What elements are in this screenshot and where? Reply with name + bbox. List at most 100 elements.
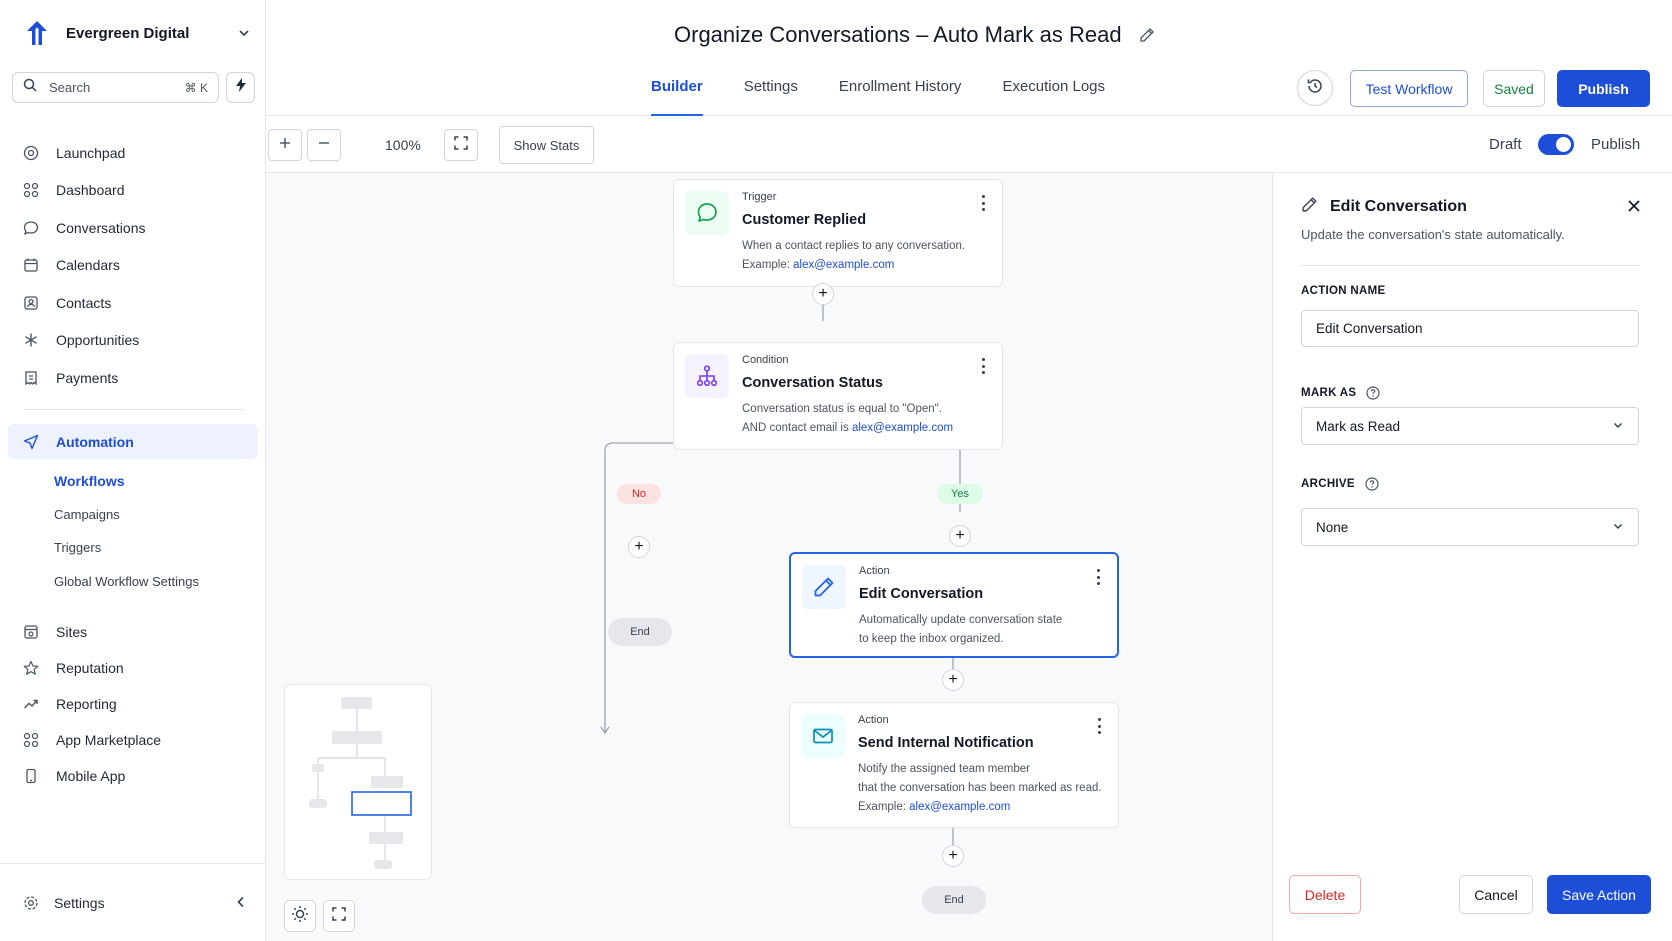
sidebar-item-launchpad[interactable]: Launchpad	[8, 134, 258, 172]
publish-toggle-label: Publish	[1591, 136, 1641, 153]
subnav-item-campaigns[interactable]: Campaigns	[54, 498, 254, 532]
expand-icon	[454, 135, 468, 155]
minimap[interactable]	[284, 684, 432, 880]
sidebar-item-settings[interactable]: Settings	[22, 892, 246, 914]
email-link[interactable]: alex@example.com	[793, 259, 894, 271]
add-step-button[interactable]: +	[942, 845, 964, 867]
sidebar-item-opportunities[interactable]: Opportunities	[8, 322, 258, 360]
sidebar-item-conversations[interactable]: Conversations	[8, 209, 258, 247]
close-icon[interactable]	[1625, 197, 1643, 215]
saved-status-button[interactable]: Saved	[1483, 70, 1545, 107]
automation-subnav: Workflows Campaigns Triggers Global Work…	[54, 464, 254, 598]
test-workflow-button[interactable]: Test Workflow	[1350, 70, 1468, 107]
sidebar-item-label: Automation	[56, 433, 134, 450]
action-node-send-notification[interactable]: Action Send Internal Notification Notify…	[789, 702, 1119, 828]
more-options-icon[interactable]	[980, 195, 986, 211]
sidebar-item-contacts[interactable]: Contacts	[8, 284, 258, 322]
sidebar: Evergreen Digital Search ⌘ K Launchpad D…	[0, 0, 266, 941]
sidebar-item-label: Dashboard	[56, 182, 125, 199]
action-name-label: ACTION NAME	[1301, 285, 1386, 297]
desc-prefix: AND contact email is	[742, 422, 852, 434]
email-link[interactable]: alex@example.com	[852, 422, 953, 434]
chevron-down-icon	[1612, 419, 1624, 434]
tab-builder[interactable]: Builder	[651, 76, 703, 116]
page-title: Organize Conversations – Auto Mark as Re…	[674, 22, 1122, 47]
desc-line: Conversation status is equal to "Open".	[742, 403, 942, 415]
add-step-button[interactable]: +	[628, 536, 650, 558]
subnav-item-triggers[interactable]: Triggers	[54, 531, 254, 565]
more-options-icon[interactable]	[1095, 569, 1101, 585]
sidebar-item-reporting[interactable]: Reporting	[8, 686, 258, 722]
desc-line: to keep the inbox organized.	[859, 633, 1004, 645]
tab-execution-logs[interactable]: Execution Logs	[1002, 76, 1105, 116]
panel-subtitle: Update the conversation's state automati…	[1301, 227, 1565, 242]
publish-toggle[interactable]	[1538, 134, 1574, 155]
node-kind: Action	[858, 714, 889, 726]
cancel-button[interactable]: Cancel	[1459, 875, 1533, 914]
workspace-switcher[interactable]: Evergreen Digital	[22, 16, 252, 50]
workflow-canvas[interactable]: Trigger Customer Replied When a contact …	[266, 173, 1272, 941]
sidebar-item-mobile-app[interactable]: Mobile App	[8, 758, 258, 794]
sidebar-item-label: Mobile App	[56, 768, 126, 784]
calendar-icon	[22, 256, 40, 274]
more-options-icon[interactable]	[1096, 718, 1102, 734]
help-icon[interactable]	[1366, 386, 1380, 400]
sidebar-item-dashboard[interactable]: Dashboard	[8, 172, 258, 210]
panel-title: Edit Conversation	[1330, 198, 1467, 215]
sidebar-item-label: Payments	[56, 369, 119, 386]
fit-to-screen-button[interactable]	[444, 129, 478, 161]
mark-as-value: Mark as Read	[1316, 418, 1401, 434]
zoom-in-button[interactable]	[268, 129, 302, 161]
chevron-down-icon[interactable]	[236, 25, 252, 41]
email-link[interactable]: alex@example.com	[909, 801, 1010, 813]
condition-node[interactable]: Condition Conversation Status Conversati…	[673, 342, 1003, 450]
sidebar-item-payments[interactable]: Payments	[8, 359, 258, 397]
main-nav: Launchpad Dashboard Conversations Calend…	[8, 134, 258, 397]
tab-enrollment-history[interactable]: Enrollment History	[839, 76, 962, 116]
sidebar-item-sites[interactable]: Sites	[8, 614, 258, 650]
action-node-edit-conversation[interactable]: Action Edit Conversation Automatically u…	[789, 552, 1119, 658]
branch-label-no: No	[617, 484, 661, 504]
collapse-sidebar-icon[interactable]	[236, 895, 246, 911]
action-name-input[interactable]: Edit Conversation	[1301, 310, 1639, 347]
show-stats-button[interactable]: Show Stats	[499, 126, 594, 164]
zoom-out-button[interactable]	[307, 129, 341, 161]
more-options-icon[interactable]	[980, 358, 986, 374]
sidebar-item-app-marketplace[interactable]: App Marketplace	[8, 722, 258, 758]
add-step-button[interactable]: +	[812, 283, 834, 305]
help-icon[interactable]	[1365, 477, 1379, 491]
search-input[interactable]: Search ⌘ K	[12, 72, 219, 103]
node-description: Conversation status is equal to "Open". …	[742, 400, 992, 438]
search-placeholder: Search	[49, 80, 91, 95]
add-step-button[interactable]: +	[942, 669, 964, 691]
add-step-button[interactable]: +	[949, 525, 971, 547]
dashboard-icon	[22, 181, 40, 199]
sidebar-item-reputation[interactable]: Reputation	[8, 650, 258, 686]
sites-icon	[22, 623, 40, 641]
apps-icon	[22, 731, 40, 749]
theme-toggle-button[interactable]	[284, 900, 316, 932]
workflow-tabs: Builder Settings Enrollment History Exec…	[651, 76, 1146, 116]
subnav-item-global-workflow-settings[interactable]: Global Workflow Settings	[54, 565, 254, 599]
node-kind: Trigger	[742, 191, 777, 203]
desc-prefix: Example:	[742, 259, 794, 271]
mark-as-select[interactable]: Mark as Read	[1301, 407, 1639, 445]
version-history-button[interactable]	[1297, 70, 1333, 106]
sidebar-item-calendars[interactable]: Calendars	[8, 247, 258, 285]
pencil-icon[interactable]	[1138, 26, 1156, 44]
secondary-nav: Sites Reputation Reporting App Marketpla…	[8, 614, 258, 794]
save-action-button[interactable]: Save Action	[1547, 875, 1651, 914]
workflow-header: Organize Conversations – Auto Mark as Re…	[266, 0, 1672, 116]
tab-settings[interactable]: Settings	[744, 76, 798, 116]
fullscreen-button[interactable]	[323, 900, 355, 932]
desc-line: When a contact replies to any conversati…	[742, 240, 966, 252]
sidebar-item-automation[interactable]: Automation	[8, 424, 258, 459]
archive-select[interactable]: None	[1301, 508, 1639, 546]
quick-actions-button[interactable]	[226, 72, 255, 103]
delete-action-button[interactable]: Delete	[1289, 875, 1361, 914]
node-description: When a contact replies to any conversati…	[742, 237, 992, 275]
publish-button[interactable]: Publish	[1557, 70, 1650, 107]
trigger-node[interactable]: Trigger Customer Replied When a contact …	[673, 179, 1003, 287]
subnav-item-workflows[interactable]: Workflows	[54, 464, 254, 498]
chat-icon	[685, 191, 729, 235]
